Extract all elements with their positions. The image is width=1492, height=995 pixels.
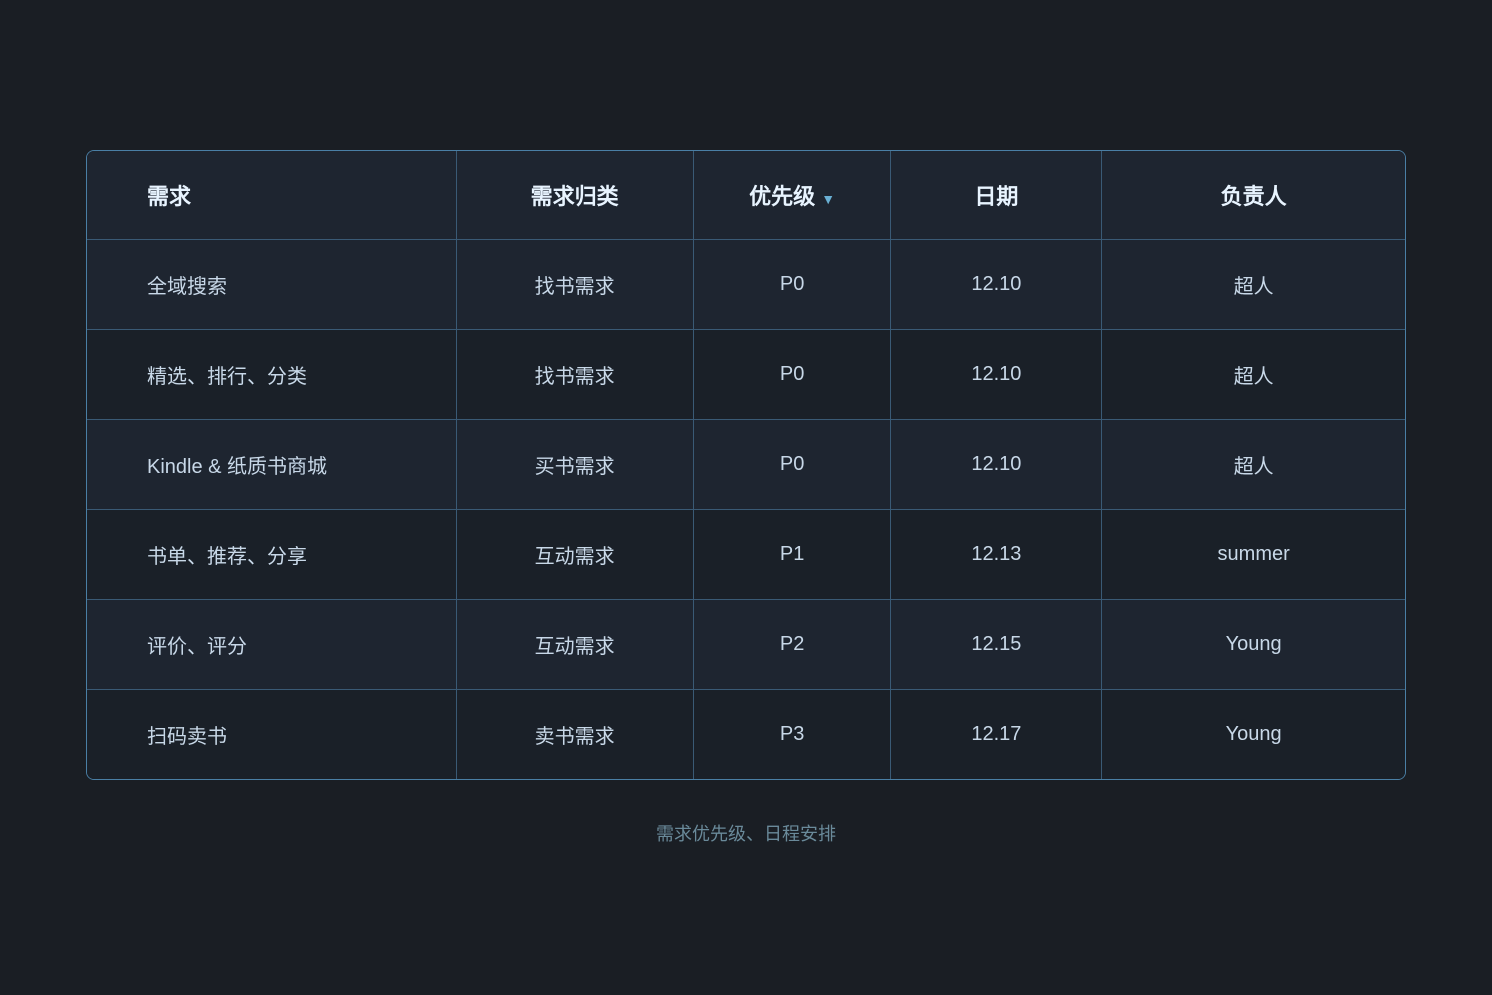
cell-category: 卖书需求	[456, 689, 693, 779]
table-row: 扫码卖书卖书需求P312.17Young	[87, 689, 1405, 779]
col-header-priority[interactable]: 优先级▼	[693, 151, 891, 240]
cell-priority: P1	[693, 509, 891, 599]
table-row: 评价、评分互动需求P212.15Young	[87, 599, 1405, 689]
cell-need: 书单、推荐、分享	[87, 509, 456, 599]
table-row: 精选、排行、分类找书需求P012.10超人	[87, 329, 1405, 419]
cell-date: 12.10	[891, 239, 1102, 329]
table-row: 书单、推荐、分享互动需求P112.13summer	[87, 509, 1405, 599]
cell-category: 互动需求	[456, 509, 693, 599]
cell-category: 互动需求	[456, 599, 693, 689]
sort-arrow-icon: ▼	[821, 191, 835, 207]
cell-category: 买书需求	[456, 419, 693, 509]
cell-owner: Young	[1102, 689, 1405, 779]
col-header-date: 日期	[891, 151, 1102, 240]
cell-need: 精选、排行、分类	[87, 329, 456, 419]
table-row: 全域搜索找书需求P012.10超人	[87, 239, 1405, 329]
cell-priority: P0	[693, 239, 891, 329]
cell-date: 12.10	[891, 419, 1102, 509]
cell-owner: Young	[1102, 599, 1405, 689]
cell-need: 评价、评分	[87, 599, 456, 689]
cell-need: 全域搜索	[87, 239, 456, 329]
cell-owner: 超人	[1102, 419, 1405, 509]
cell-date: 12.10	[891, 329, 1102, 419]
cell-need: 扫码卖书	[87, 689, 456, 779]
requirements-table: 需求 需求归类 优先级▼ 日期 负责人 全域搜索找书需求P012.10超人精选、…	[87, 151, 1405, 779]
cell-date: 12.13	[891, 509, 1102, 599]
main-table-wrapper: 需求 需求归类 优先级▼ 日期 负责人 全域搜索找书需求P012.10超人精选、…	[86, 150, 1406, 780]
cell-priority: P3	[693, 689, 891, 779]
table-row: Kindle & 纸质书商城买书需求P012.10超人	[87, 419, 1405, 509]
cell-need: Kindle & 纸质书商城	[87, 419, 456, 509]
col-header-category: 需求归类	[456, 151, 693, 240]
cell-date: 12.17	[891, 689, 1102, 779]
cell-priority: P2	[693, 599, 891, 689]
col-header-owner: 负责人	[1102, 151, 1405, 240]
footer-caption: 需求优先级、日程安排	[656, 820, 836, 846]
cell-owner: 超人	[1102, 329, 1405, 419]
cell-date: 12.15	[891, 599, 1102, 689]
cell-priority: P0	[693, 419, 891, 509]
col-header-need: 需求	[87, 151, 456, 240]
cell-category: 找书需求	[456, 239, 693, 329]
table-header-row: 需求 需求归类 优先级▼ 日期 负责人	[87, 151, 1405, 240]
cell-owner: 超人	[1102, 239, 1405, 329]
cell-category: 找书需求	[456, 329, 693, 419]
cell-priority: P0	[693, 329, 891, 419]
cell-owner: summer	[1102, 509, 1405, 599]
